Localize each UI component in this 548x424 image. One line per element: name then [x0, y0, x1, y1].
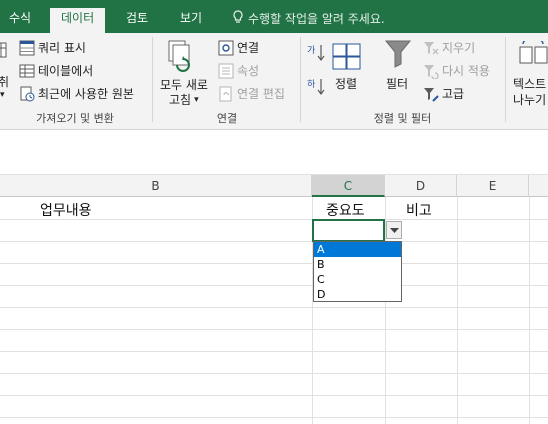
from-table-icon [19, 63, 35, 79]
gridline [0, 373, 548, 374]
chevron-down-icon: ▾ [0, 90, 5, 100]
properties-button[interactable]: 속성 [218, 62, 259, 79]
tell-me-search[interactable]: 수행할 작업을 알려 주세요. [232, 10, 385, 27]
clear-label: 지우기 [442, 41, 476, 55]
gridline [0, 285, 548, 286]
column-header-d[interactable]: D [385, 175, 457, 197]
text-to-columns-label-2: 나누기 [513, 93, 547, 107]
filter-icon [384, 39, 412, 72]
dropdown-option[interactable]: B [314, 257, 401, 272]
gridline [0, 417, 548, 418]
cell-b-header[interactable]: 업무내용 [40, 200, 92, 220]
advanced-filter-icon [423, 86, 439, 102]
edit-links-icon [218, 86, 234, 102]
reapply-button[interactable]: 다시 적용 [423, 62, 490, 80]
chevron-down-icon: ▾ [194, 94, 199, 105]
tab-formulas[interactable]: 수식 [9, 10, 31, 26]
sort-icon [332, 43, 362, 74]
gridline [0, 307, 548, 308]
sort-az-icon: 가 [307, 43, 325, 68]
dropdown-option[interactable]: A [314, 242, 401, 257]
recent-sources-label: 최근에 사용한 원본 [38, 87, 134, 101]
show-queries-button[interactable]: 쿼리 표시 [19, 39, 86, 56]
properties-label: 속성 [237, 64, 260, 78]
gridline [0, 241, 548, 242]
connections-label: 연결 [237, 41, 260, 55]
gridline [0, 395, 548, 396]
edit-links-label: 연결 편집 [237, 87, 285, 101]
get-data-button-partial[interactable] [0, 41, 12, 58]
connections-button[interactable]: 연결 [218, 39, 259, 56]
sort-za-icon: 하 [307, 77, 325, 102]
text-to-columns-icon [518, 37, 548, 72]
ribbon-tab-bar: 수식 데이터 검토 보기 수행할 작업을 알려 주세요. [0, 0, 548, 33]
text-to-columns-label-1: 텍스트 [513, 77, 547, 91]
column-headers: B C D E [0, 175, 548, 197]
group-label-get-transform: 가져오기 및 변환 [36, 112, 114, 125]
svg-text:가: 가 [307, 45, 315, 56]
filter-label: 필터 [386, 77, 409, 91]
ribbon-separator [505, 37, 506, 122]
validation-dropdown-list: A B C D [313, 241, 402, 302]
sort-za-button[interactable]: 하 [307, 77, 325, 102]
from-table-label: 테이블에서 [38, 64, 94, 78]
group-label-sort-filter: 정렬 및 필터 [373, 112, 432, 125]
gridline [0, 351, 548, 352]
column-header-e[interactable]: E [457, 175, 529, 197]
refresh-all-button[interactable] [165, 39, 207, 77]
advanced-filter-label: 고급 [442, 87, 465, 101]
gridline [457, 197, 458, 424]
cell-c-header[interactable]: 중요도 [326, 200, 365, 220]
refresh-all-label-2: 고침 [169, 93, 192, 107]
column-header-b[interactable]: B [0, 175, 312, 197]
chevron-down-icon [390, 228, 399, 233]
active-cell[interactable] [312, 219, 385, 242]
column-header-c[interactable]: C [312, 175, 385, 197]
reapply-icon [423, 63, 439, 80]
lightbulb-icon [232, 10, 244, 27]
dropdown-option[interactable]: C [314, 272, 401, 287]
filter-button[interactable] [384, 39, 412, 72]
text-to-columns-button[interactable] [518, 37, 548, 72]
reapply-label: 다시 적용 [442, 64, 490, 78]
advanced-filter-button[interactable]: 고급 [423, 85, 464, 102]
get-data-label-partial: 취 [0, 75, 10, 89]
gridline [0, 329, 548, 330]
show-queries-label: 쿼리 표시 [38, 41, 86, 55]
tab-data[interactable]: 데이터 [50, 8, 106, 33]
table-icon [0, 41, 12, 58]
clear-filter-icon [423, 40, 439, 56]
from-table-button[interactable]: 테이블에서 [19, 62, 93, 79]
worksheet-grid[interactable]: 업무내용 중요도 비고 [0, 197, 548, 424]
recent-sources-button[interactable]: 최근에 사용한 원본 [19, 85, 134, 102]
dropdown-option[interactable]: D [314, 287, 401, 302]
queries-icon [19, 40, 35, 56]
validation-dropdown-button[interactable] [386, 221, 402, 239]
tab-view[interactable]: 보기 [180, 10, 202, 26]
sort-az-button[interactable]: 가 [307, 43, 325, 68]
ribbon-data: 취 ▾ 쿼리 표시 테이블에서 최근에 사용한 원본 가져오기 및 변환 모두 … [0, 33, 548, 130]
edit-links-button[interactable]: 연결 편집 [218, 85, 285, 102]
cell-d-header[interactable]: 비고 [406, 200, 432, 220]
properties-icon [218, 63, 234, 79]
sort-label: 정렬 [335, 77, 358, 91]
svg-text:하: 하 [307, 79, 316, 90]
group-label-connections: 연결 [216, 112, 238, 125]
refresh-all-dropdown[interactable]: 고침 ▾ [169, 91, 199, 108]
gridline [0, 263, 548, 264]
refresh-all-icon [165, 39, 195, 78]
gridline [529, 197, 530, 424]
clear-button[interactable]: 지우기 [423, 39, 475, 56]
formula-bar-area [0, 131, 548, 175]
tab-review[interactable]: 검토 [126, 10, 148, 26]
sort-button[interactable] [332, 43, 362, 74]
connections-icon [218, 40, 234, 56]
tell-me-text: 수행할 작업을 알려 주세요. [248, 12, 385, 26]
recent-sources-icon [19, 86, 35, 102]
